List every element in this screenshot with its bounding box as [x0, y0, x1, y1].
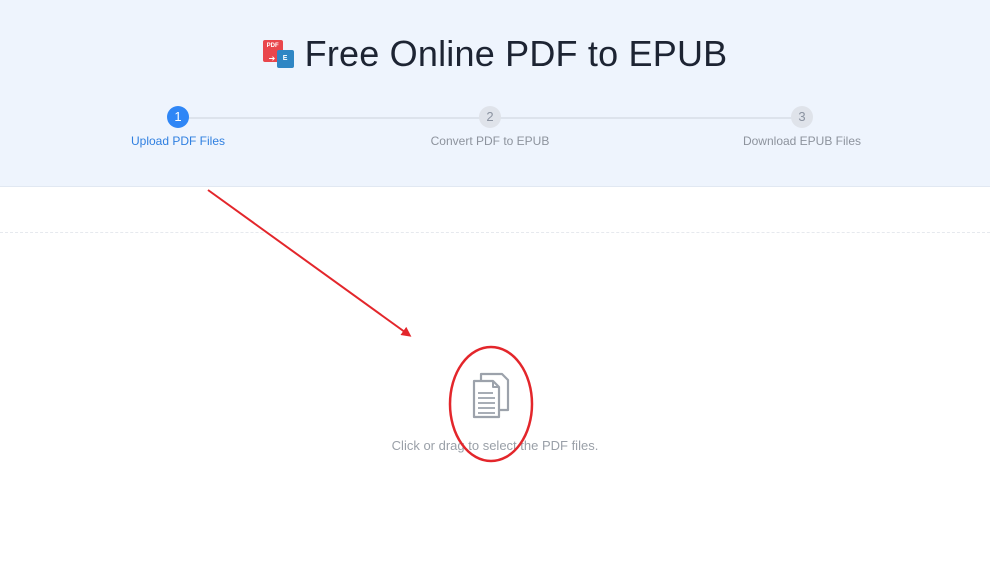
- divider: [0, 232, 990, 233]
- step-number-badge: 1: [167, 106, 189, 128]
- step-number-badge: 2: [479, 106, 501, 128]
- upload-instruction-text[interactable]: Click or drag to select the PDF files.: [300, 438, 690, 453]
- step-convert: 2 Convert PDF to EPUB: [390, 106, 590, 148]
- title-row: PDF E ➔ Free Online PDF to EPUB: [0, 30, 990, 78]
- page: PDF E ➔ Free Online PDF to EPUB 1 Upload…: [0, 0, 990, 564]
- pdf-to-epub-logo-icon: PDF E ➔: [262, 40, 295, 70]
- step-label: Convert PDF to EPUB: [430, 134, 550, 148]
- logo-epub-badge: E: [276, 50, 294, 68]
- page-title: Free Online PDF to EPUB: [304, 33, 728, 74]
- step-download: 3 Download EPUB Files: [702, 106, 902, 148]
- steps-progress: 1 Upload PDF Files 2 Convert PDF to EPUB…: [0, 106, 990, 156]
- file-upload-dropzone[interactable]: Click or drag to select the PDF files.: [300, 340, 690, 470]
- logo-arrow-icon: ➔: [268, 54, 276, 63]
- step-upload: 1 Upload PDF Files: [78, 106, 278, 148]
- step-number-badge: 3: [791, 106, 813, 128]
- header: PDF E ➔ Free Online PDF to EPUB 1 Upload…: [0, 0, 990, 187]
- step-label: Upload PDF Files: [130, 134, 226, 148]
- step-label: Download EPUB Files: [742, 134, 862, 148]
- annotation-arrow: [207, 189, 412, 337]
- document-icon[interactable]: [468, 370, 512, 420]
